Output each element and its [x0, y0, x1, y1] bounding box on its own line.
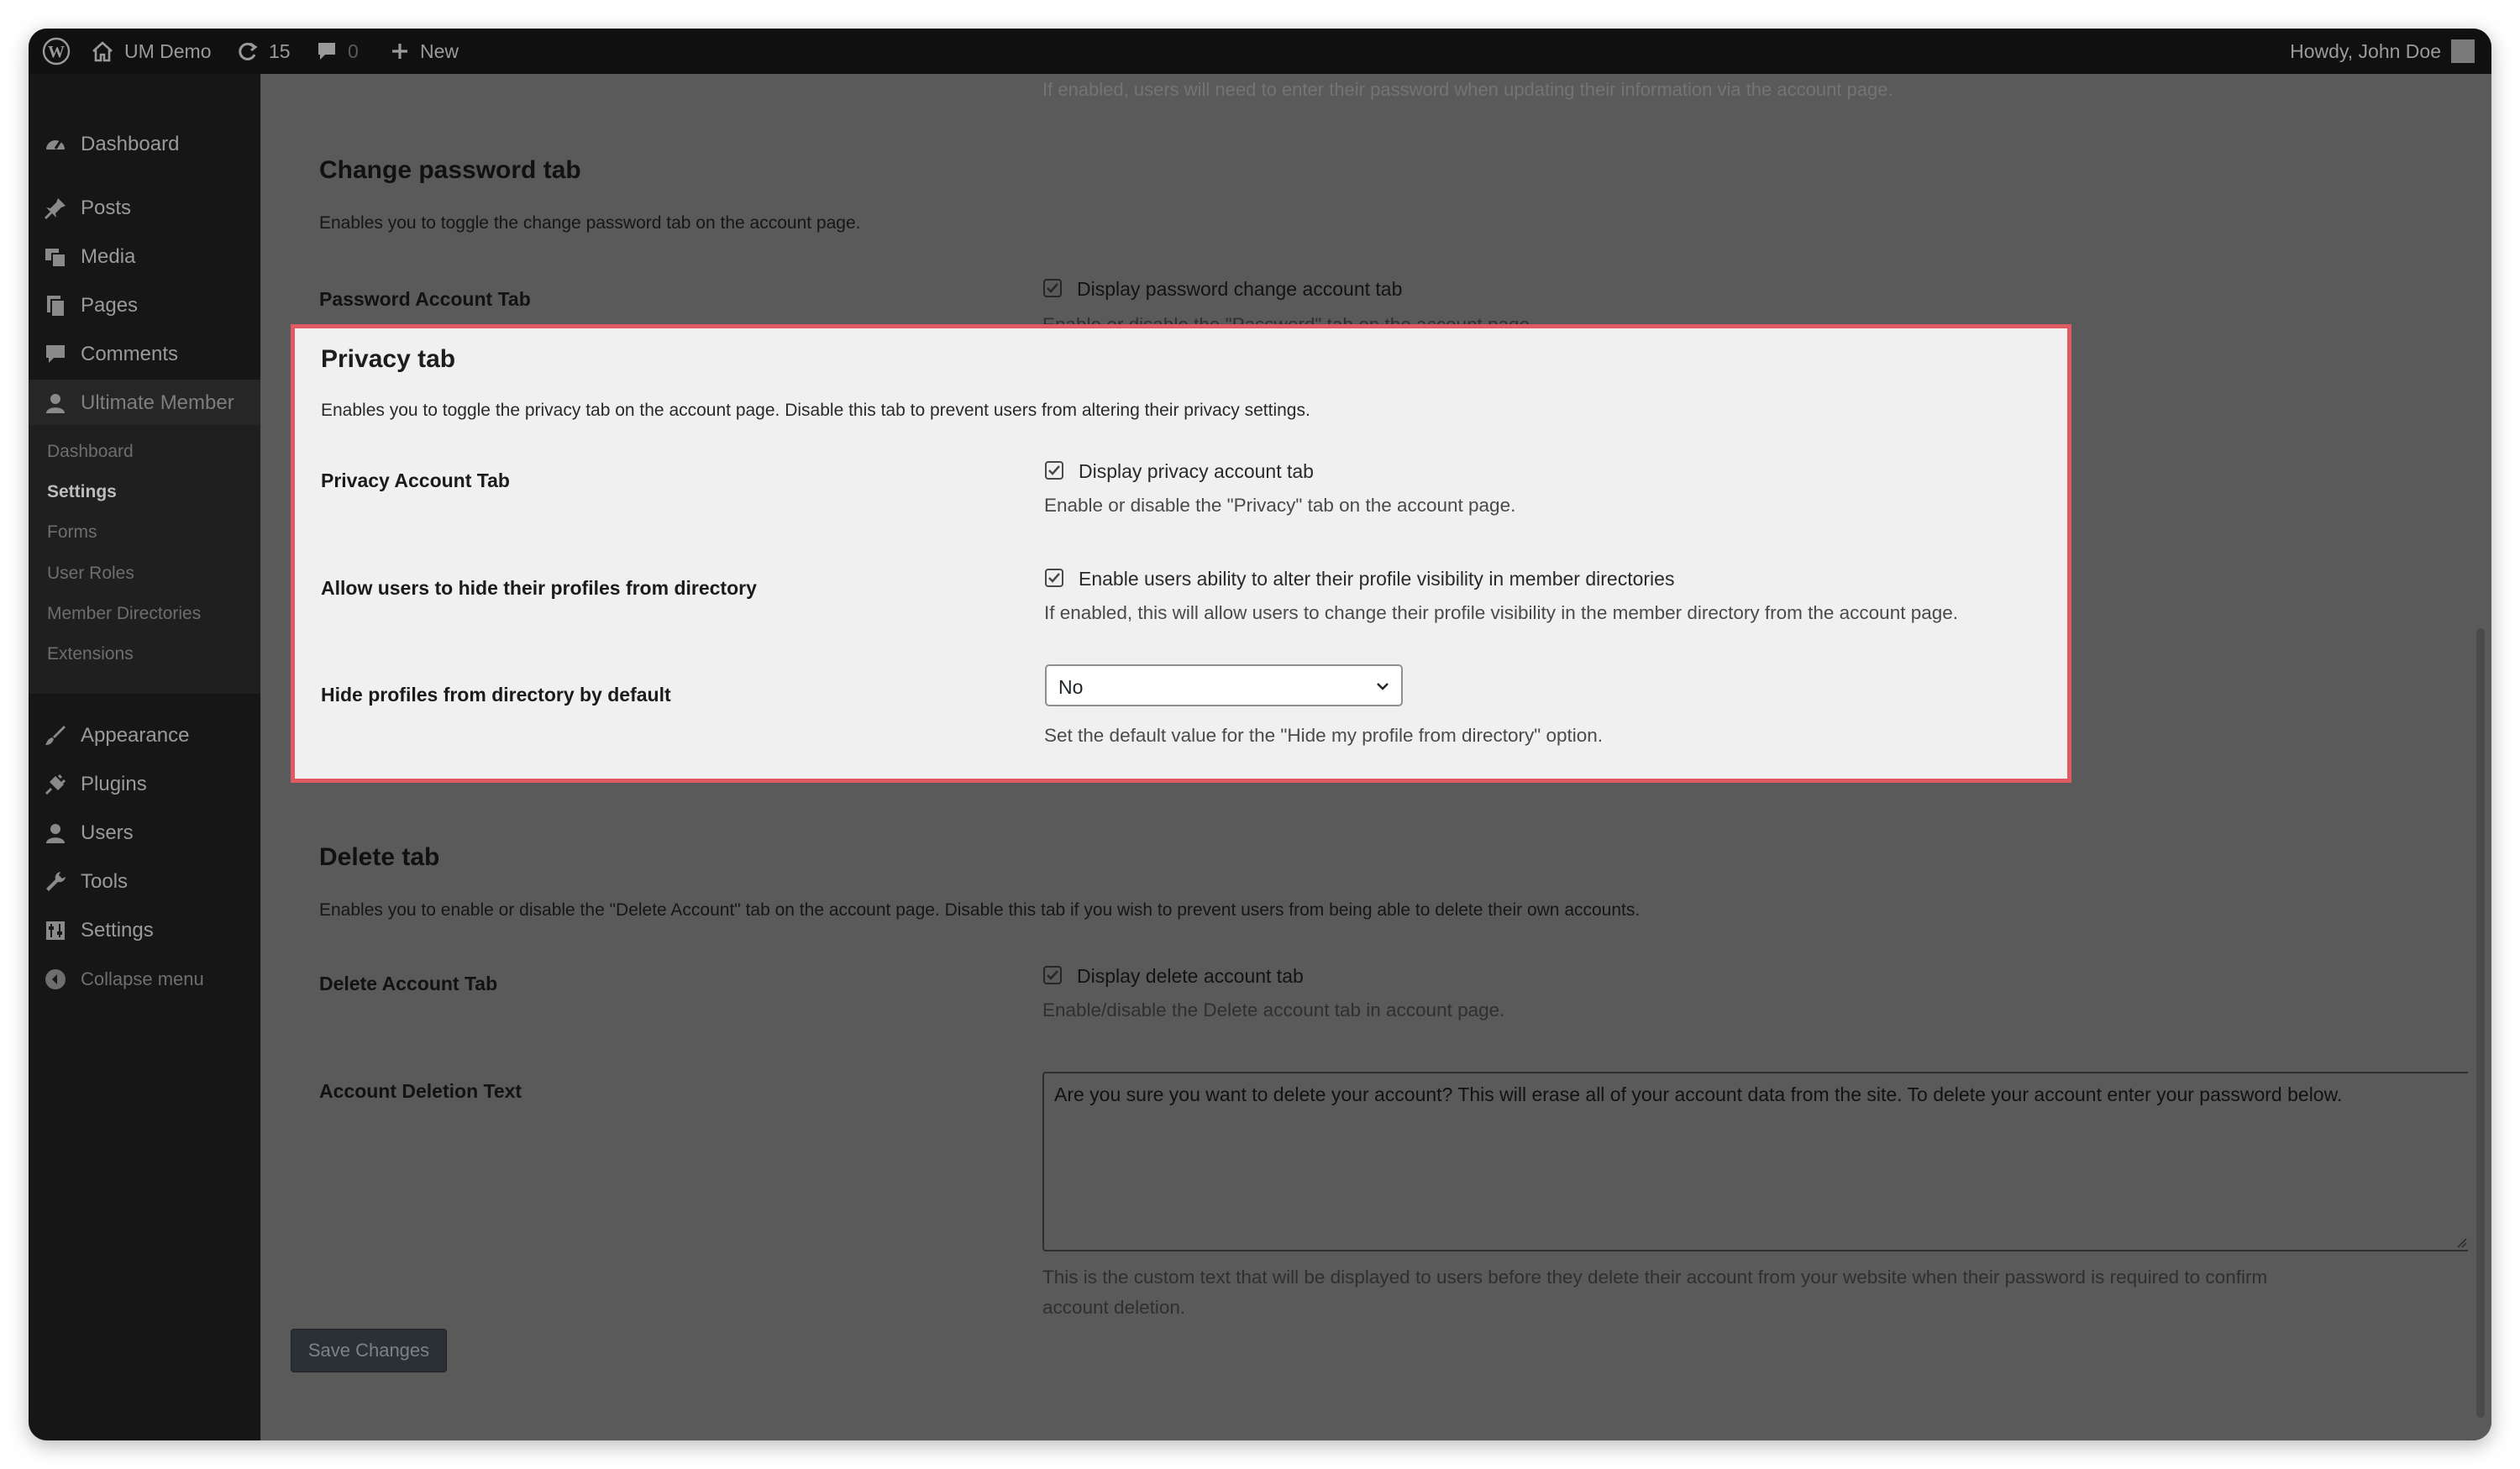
password-tab-checkbox[interactable]	[1043, 279, 1062, 297]
avatar	[2451, 39, 2475, 63]
wrench-icon	[44, 870, 67, 894]
sidebar-item-dashboard[interactable]: Dashboard	[29, 121, 260, 168]
delete-tab-description: Enables you to enable or disable the "De…	[319, 900, 1641, 920]
collapse-icon	[44, 968, 67, 991]
privacy-tab-heading: Privacy tab	[321, 345, 456, 373]
sidebar-item-plugins[interactable]: Plugins	[29, 761, 260, 808]
submenu-item-dashboard[interactable]: Dashboard	[47, 442, 134, 462]
site-name-link[interactable]: UM Demo	[91, 29, 212, 74]
scrollbar[interactable]	[2468, 74, 2491, 1440]
scrollbar-thumb[interactable]	[2476, 628, 2485, 1418]
pin-icon	[44, 197, 67, 220]
sidebar-item-pages[interactable]: Pages	[29, 282, 260, 329]
updates-link[interactable]: 15	[235, 29, 291, 74]
privacy-tab-help: Enable or disable the "Privacy" tab on t…	[1044, 495, 1516, 516]
hide-by-default-help: Set the default value for the "Hide my p…	[1044, 725, 1604, 746]
comments-link[interactable]: 0	[316, 29, 359, 74]
profile-visibility-checkbox-label: Enable users ability to alter their prof…	[1079, 568, 1675, 590]
ultimate-member-submenu: Dashboard Settings Forms User Roles Memb…	[29, 425, 260, 694]
updates-count: 15	[269, 39, 291, 62]
comment-icon	[44, 343, 67, 366]
sidebar-item-comments[interactable]: Comments	[29, 331, 260, 378]
plugin-icon	[44, 773, 67, 796]
submenu-item-member-directories[interactable]: Member Directories	[47, 604, 201, 624]
textarea-value: Are you sure you want to delete your acc…	[1054, 1083, 2343, 1105]
profile-visibility-help: If enabled, this will allow users to cha…	[1044, 602, 1959, 623]
sidebar-item-users[interactable]: Users	[29, 810, 260, 857]
home-icon	[91, 40, 114, 62]
deletion-text-help-line1: This is the custom text that will be dis…	[1042, 1267, 2268, 1288]
submenu-item-forms[interactable]: Forms	[47, 522, 97, 543]
submenu-item-settings[interactable]: Settings	[47, 482, 117, 502]
settings-icon	[44, 919, 67, 942]
new-content-link[interactable]: New	[390, 29, 459, 74]
hide-profiles-label: Allow users to hide their profiles from …	[321, 577, 757, 599]
delete-tab-checkbox-label: Display delete account tab	[1077, 965, 1304, 987]
save-changes-button[interactable]: Save Changes	[291, 1329, 447, 1372]
comments-count: 0	[348, 39, 359, 62]
hide-by-default-label: Hide profiles from directory by default	[321, 684, 671, 706]
user-icon	[44, 391, 67, 415]
delete-tab-heading: Delete tab	[319, 843, 440, 871]
checkmark-icon	[1047, 283, 1058, 293]
select-value: No	[1058, 676, 1084, 698]
checkmark-icon	[1048, 465, 1060, 475]
change-password-description: Enables you to toggle the change passwor…	[319, 213, 861, 233]
admin-bar: W UM Demo 15 0 New Howdy, John Doe	[29, 29, 2491, 74]
browser-window: W UM Demo 15 0 New Howdy, John Doe Dashb…	[29, 29, 2491, 1440]
new-label: New	[420, 39, 459, 62]
submenu-item-extensions[interactable]: Extensions	[47, 644, 134, 664]
users-icon	[44, 821, 67, 845]
brush-icon	[44, 724, 67, 748]
privacy-tab-checkbox-label: Display privacy account tab	[1079, 460, 1314, 482]
wordpress-logo-icon[interactable]: W	[42, 29, 71, 74]
sidebar-item-posts[interactable]: Posts	[29, 185, 260, 232]
pages-icon	[44, 294, 67, 317]
submenu-item-user-roles[interactable]: User Roles	[47, 564, 134, 584]
privacy-tab-description: Enables you to toggle the privacy tab on…	[321, 401, 1310, 420]
collapse-menu-button[interactable]: Collapse menu	[29, 956, 260, 1003]
privacy-tab-checkbox[interactable]	[1045, 461, 1063, 480]
site-name: UM Demo	[124, 39, 212, 62]
profile-visibility-checkbox[interactable]	[1045, 569, 1063, 587]
change-password-heading: Change password tab	[319, 156, 581, 184]
sidebar-item-ultimate-member[interactable]: Ultimate Member	[29, 380, 260, 427]
media-icon	[44, 245, 67, 269]
account-deletion-textarea[interactable]: Are you sure you want to delete your acc…	[1042, 1072, 2470, 1251]
delete-account-tab-label: Delete Account Tab	[319, 973, 498, 994]
admin-sidebar: Dashboard Posts Media Pages Comments Ult…	[29, 74, 260, 1440]
resize-grip-icon[interactable]	[2455, 1236, 2467, 1248]
checkmark-icon	[1048, 573, 1060, 583]
comment-bubble-icon	[316, 40, 338, 62]
checkmark-icon	[1047, 970, 1058, 980]
howdy-text: Howdy, John Doe	[2290, 39, 2441, 62]
password-tab-checkbox-label: Display password change account tab	[1077, 278, 1403, 300]
password-account-tab-label: Password Account Tab	[319, 288, 531, 310]
privacy-tab-section: Privacy tab Enables you to toggle the pr…	[291, 324, 2071, 783]
deletion-text-help-line2: account deletion.	[1042, 1297, 1186, 1318]
plus-icon	[390, 41, 410, 61]
privacy-account-tab-label: Privacy Account Tab	[321, 470, 510, 491]
updates-icon	[235, 39, 259, 63]
delete-tab-checkbox[interactable]	[1043, 966, 1062, 984]
account-deletion-text-label: Account Deletion Text	[319, 1080, 522, 1102]
chevron-down-icon	[1377, 683, 1389, 690]
svg-text:W: W	[48, 43, 65, 61]
sidebar-item-settings[interactable]: Settings	[29, 907, 260, 954]
sidebar-item-tools[interactable]: Tools	[29, 858, 260, 905]
account-menu[interactable]: Howdy, John Doe	[2290, 29, 2475, 74]
sidebar-item-media[interactable]: Media	[29, 233, 260, 281]
clipped-help-text: If enabled, users will need to enter the…	[1042, 79, 1893, 100]
sidebar-item-appearance[interactable]: Appearance	[29, 712, 260, 759]
delete-tab-help: Enable/disable the Delete account tab in…	[1042, 999, 1505, 1020]
hide-by-default-select[interactable]: No	[1045, 664, 1403, 706]
dashboard-icon	[44, 133, 67, 156]
